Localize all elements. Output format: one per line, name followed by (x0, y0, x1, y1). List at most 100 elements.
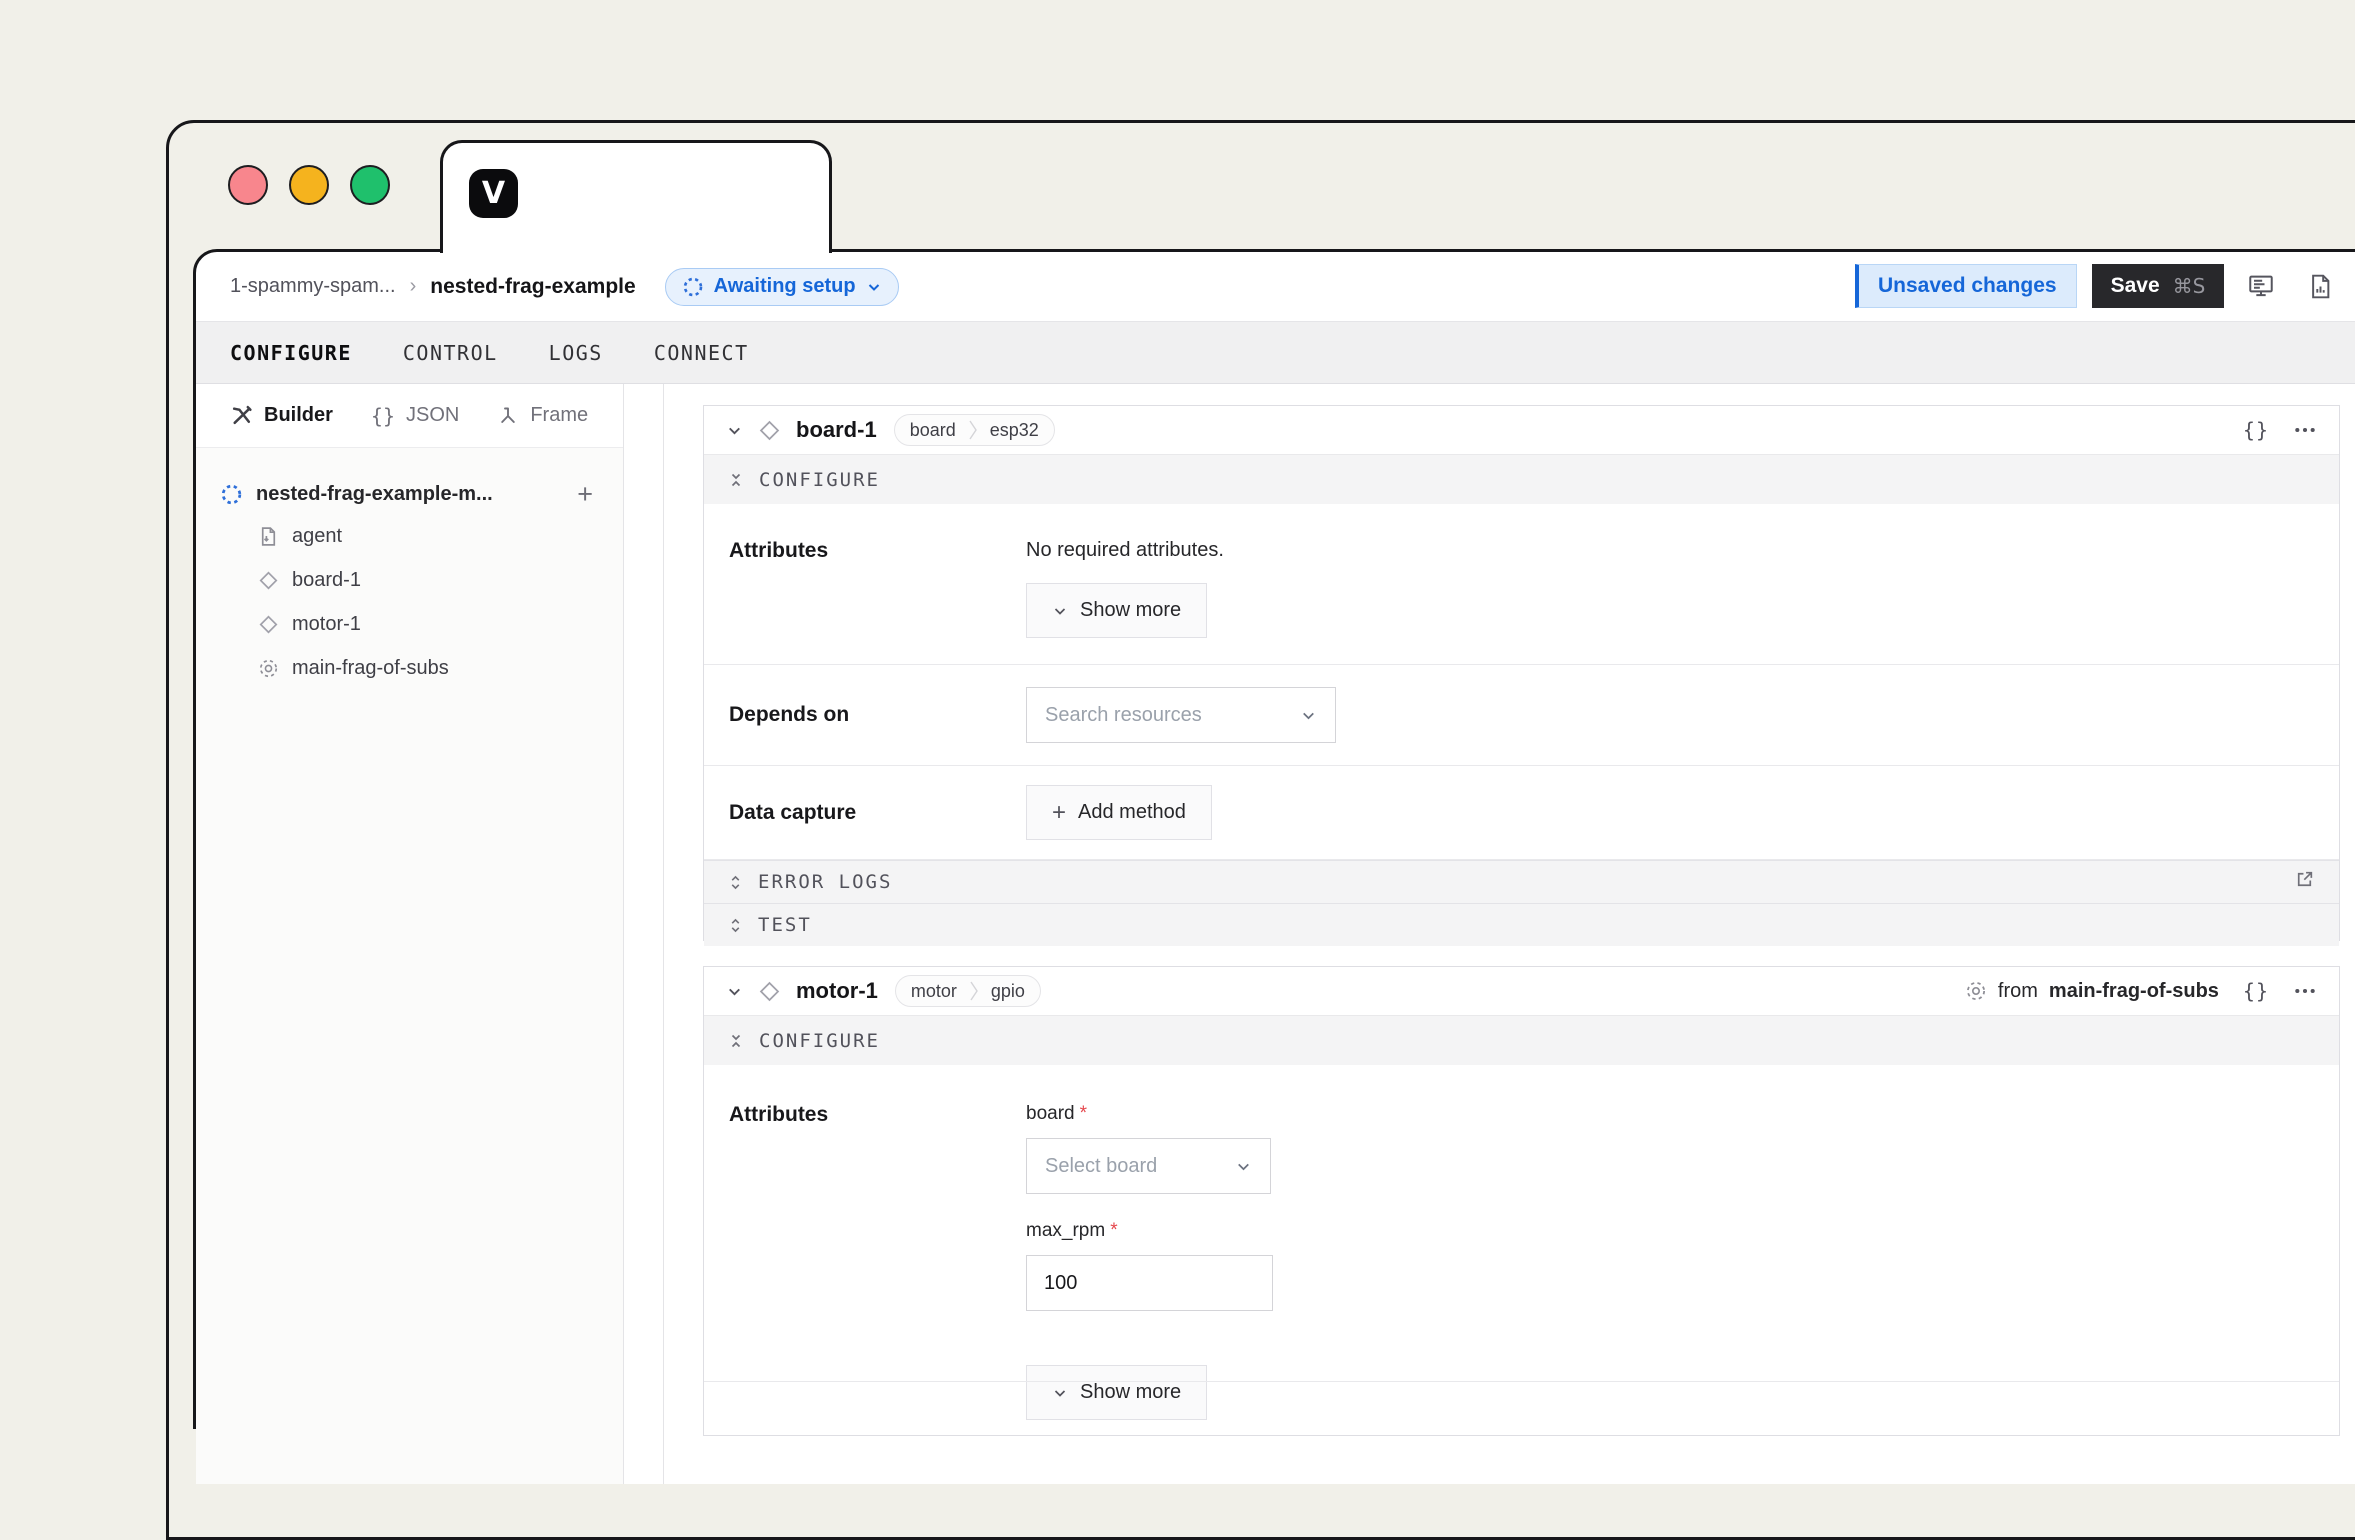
expand-vertical-icon (728, 918, 743, 933)
component-diamond-icon (258, 570, 279, 591)
card-header: board-1 board esp32 {} (704, 406, 2339, 454)
depends-on-label: Depends on (704, 703, 1026, 727)
card-header: motor-1 motor gpio from m (704, 967, 2339, 1015)
resource-model: gpio (991, 981, 1025, 1002)
collapse-vertical-icon (728, 1033, 744, 1049)
attributes-label: Attributes (704, 539, 1026, 638)
required-asterisk: * (1080, 1103, 1087, 1124)
save-label: Save (2111, 274, 2160, 298)
minimize-window-button[interactable] (289, 165, 329, 205)
ellipsis-icon (2293, 979, 2317, 1003)
test-bar[interactable]: TEST (704, 903, 2339, 946)
view-json-button[interactable]: {} (2243, 979, 2269, 1003)
attributes-row: Attributes No required attributes. Show … (704, 504, 2339, 665)
tree-item-label: main-frag-of-subs (292, 657, 449, 680)
view-json-button[interactable]: {} (2243, 418, 2269, 442)
row-divider (704, 1381, 2339, 1382)
tree-item-main-frag-of-subs[interactable]: main-frag-of-subs (220, 646, 593, 690)
add-method-label: Add method (1078, 801, 1186, 824)
monitor-icon (2247, 272, 2275, 300)
attributes-row: Attributes board* Select board (704, 1065, 2339, 1420)
breadcrumb: 1-spammy-spam... › nested-frag-example (196, 275, 636, 299)
tab-control[interactable]: CONTROL (403, 341, 498, 365)
unsaved-changes-badge: Unsaved changes (1855, 264, 2077, 308)
resource-type: board (910, 420, 956, 441)
card-menu-button[interactable] (2293, 418, 2317, 442)
resources-sidebar: Builder {} JSON Frame (196, 384, 624, 1484)
collapse-card-button[interactable] (726, 983, 743, 1000)
awaiting-spinner-icon (682, 276, 704, 298)
frame-axes-icon (497, 405, 519, 427)
chevron-down-icon (1052, 603, 1068, 619)
add-resource-button[interactable]: + (577, 481, 593, 508)
collapse-section-button[interactable] (728, 472, 744, 488)
from-fragment-label: from main-frag-of-subs (1965, 980, 2219, 1003)
mode-frame-label: Frame (530, 404, 588, 427)
component-diamond-icon (258, 614, 279, 635)
mode-frame[interactable]: Frame (497, 404, 588, 427)
window-controls (228, 165, 390, 205)
collapse-section-button[interactable] (728, 1033, 744, 1049)
depends-on-placeholder: Search resources (1045, 704, 1300, 727)
breadcrumb-location[interactable]: 1-spammy-spam... (230, 275, 396, 298)
show-more-label: Show more (1080, 1381, 1181, 1404)
show-more-button[interactable]: Show more (1026, 583, 1207, 638)
browser-tab[interactable]: V (440, 140, 832, 253)
resource-type-pill: motor gpio (895, 975, 1041, 1007)
open-logs-button[interactable] (2294, 869, 2315, 890)
machine-part-spinner-icon (220, 483, 243, 506)
document-chart-icon (2307, 273, 2334, 300)
data-capture-row: Data capture + Add method (704, 766, 2339, 860)
depends-on-row: Depends on Search resources (704, 665, 2339, 766)
required-asterisk: * (1110, 1220, 1117, 1241)
show-more-button[interactable]: Show more (1026, 1365, 1207, 1420)
card-title: motor-1 (796, 978, 878, 1004)
tree-item-board-1[interactable]: board-1 (220, 558, 593, 602)
tree-item-label: agent (292, 525, 342, 548)
plus-icon: + (1052, 801, 1066, 825)
component-diamond-icon (758, 419, 781, 442)
from-prefix: from (1998, 980, 2038, 1003)
card-menu-button[interactable] (2293, 979, 2317, 1003)
machine-status-label: Awaiting setup (714, 275, 856, 298)
configure-section-bar[interactable]: CONFIGURE (704, 1015, 2339, 1065)
agent-file-icon (258, 526, 279, 547)
select-board[interactable]: Select board (1026, 1138, 1271, 1194)
resource-type: motor (911, 981, 957, 1002)
fragment-icon (1965, 980, 1987, 1002)
external-link-icon (2294, 869, 2315, 890)
configure-section-bar[interactable]: CONFIGURE (704, 454, 2339, 504)
braces-icon: {} (371, 404, 395, 428)
error-logs-label: ERROR LOGS (758, 871, 892, 893)
mode-builder[interactable]: Builder (230, 404, 333, 427)
machine-status-badge[interactable]: Awaiting setup (665, 268, 899, 306)
max-rpm-input[interactable] (1026, 1255, 1273, 1311)
depends-on-select[interactable]: Search resources (1026, 687, 1336, 743)
collapse-vertical-icon (728, 472, 744, 488)
close-window-button[interactable] (228, 165, 268, 205)
expand-vertical-icon (728, 875, 743, 890)
machine-terminal-button[interactable] (2239, 264, 2283, 308)
card-motor-1: motor-1 motor gpio from m (703, 966, 2340, 1436)
save-shortcut: ⌘S (2173, 274, 2206, 298)
tree-item-motor-1[interactable]: motor-1 (220, 602, 593, 646)
tree-root-machine[interactable]: nested-frag-example-m... + (220, 474, 593, 514)
save-button[interactable]: Save ⌘S (2092, 264, 2225, 308)
resource-cards: board-1 board esp32 {} (664, 384, 2355, 1484)
chevron-down-icon (866, 279, 882, 295)
card-board-1: board-1 board esp32 {} (703, 405, 2340, 941)
zoom-window-button[interactable] (350, 165, 390, 205)
test-label: TEST (758, 914, 812, 936)
tab-configure[interactable]: CONFIGURE (230, 341, 352, 365)
error-logs-bar[interactable]: ERROR LOGS (704, 860, 2339, 903)
configure-section-label: CONFIGURE (759, 1030, 880, 1052)
tab-connect[interactable]: CONNECT (654, 341, 749, 365)
mode-json[interactable]: {} JSON (371, 404, 459, 428)
tree-item-agent[interactable]: agent (220, 514, 593, 558)
collapse-card-button[interactable] (726, 422, 743, 439)
machine-history-button[interactable] (2298, 264, 2342, 308)
tab-logs[interactable]: LOGS (549, 341, 603, 365)
add-method-button[interactable]: + Add method (1026, 785, 1212, 840)
field-max-rpm: max_rpm* (1026, 1220, 2339, 1311)
ellipsis-icon (2293, 418, 2317, 442)
